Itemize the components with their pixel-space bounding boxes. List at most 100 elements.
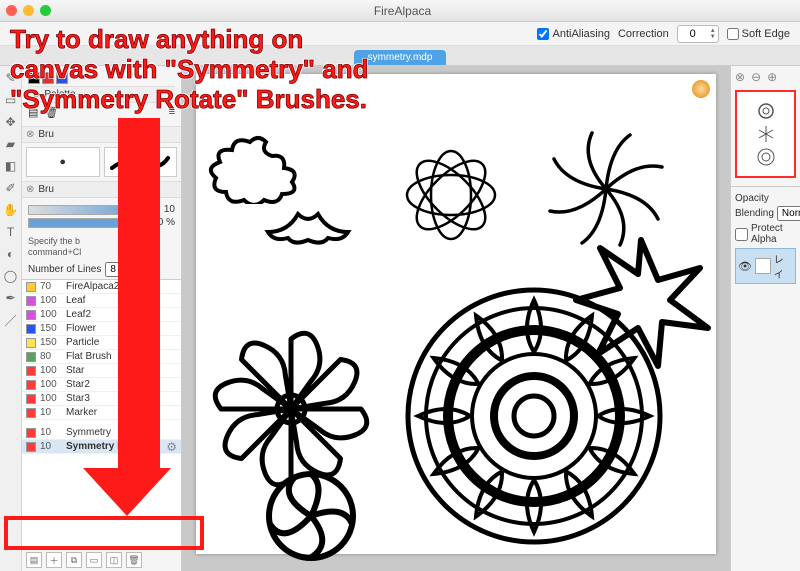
brush-color-chip [26, 366, 36, 376]
brush-size: 80 [40, 351, 62, 362]
gradient-tool-icon[interactable]: ◐ [3, 246, 19, 262]
canvas[interactable] [196, 74, 716, 554]
gear-icon[interactable]: ⚙ [166, 440, 177, 454]
options-toolbar: AntiAliasing Correction ▲▼ Soft Edge [0, 22, 800, 46]
protect-alpha-input[interactable] [735, 228, 748, 241]
new-swatch-icon[interactable]: ▤ [28, 106, 38, 119]
size-value: 10 [141, 204, 175, 215]
brush-color-chip [26, 310, 36, 320]
blending-select[interactable]: Norm [777, 206, 800, 221]
close-icon[interactable]: ⊗ [26, 184, 34, 195]
delete-brush-icon[interactable]: 🗑 [126, 552, 142, 568]
brush-preview: ● [22, 143, 181, 181]
close-icon[interactable]: ⊗ [32, 89, 40, 100]
text-tool-icon[interactable]: T [3, 224, 19, 240]
brush-size: 100 [40, 393, 62, 404]
number-of-lines-row[interactable]: Number of Lines 8 [22, 260, 181, 279]
zoom-in-icon[interactable]: ⊕ [767, 70, 777, 84]
brush-size: 10 [40, 441, 62, 452]
opacity-value: 100 % [141, 217, 175, 228]
brush-stroke-preview [104, 147, 178, 177]
brush-name: Star2 [66, 379, 177, 390]
shape-tool-icon[interactable]: ◯ [3, 268, 19, 284]
brush-row-marker[interactable]: 10 Marker [22, 406, 181, 420]
brush-color-chip [26, 324, 36, 334]
dup-brush-icon[interactable]: ⧉ [66, 552, 82, 568]
brush-origin-icon [692, 80, 710, 98]
brush-name: Star [66, 365, 177, 376]
brush-row-particle[interactable]: 150Particle [22, 336, 181, 350]
softedge-input[interactable] [727, 28, 739, 40]
stepper-down-icon[interactable]: ▼ [710, 34, 716, 40]
brush-row-leaf[interactable]: 100Leaf [22, 294, 181, 308]
correction-label: Correction [618, 28, 669, 40]
opacity-label: Opacity [735, 193, 769, 204]
layer-thumbnail [755, 258, 771, 274]
brush-size: 100 [40, 295, 62, 306]
add-brush-icon[interactable]: ▤ [26, 552, 42, 568]
left-panel: ⊗ Palette ▤ 🗑 ≡ ⊗Bru ● ⊗Bru 10 100 % [22, 66, 182, 571]
line-tool-icon[interactable]: ／ [3, 312, 19, 328]
brush-color-chip [26, 282, 36, 292]
zoom-icon[interactable] [40, 5, 51, 16]
eyedropper-tool-icon[interactable]: ✐ [3, 180, 19, 196]
brush-name: Symmetry [66, 427, 177, 438]
eraser-tool-icon[interactable]: ◧ [3, 158, 19, 174]
protect-alpha-label: Protect Alpha [751, 223, 796, 245]
document-tab[interactable]: symmetry.mdp [354, 50, 447, 65]
brush-size: 70 [40, 281, 62, 292]
protect-alpha-checkbox[interactable]: Protect Alpha [735, 223, 796, 245]
layer-panel: Opacity Blending Norm Protect Alpha 👁 レイ [731, 186, 800, 288]
menu-icon[interactable]: ≡ [169, 106, 175, 119]
brush-color-chip [26, 442, 36, 452]
correction-input[interactable] [678, 28, 708, 40]
navigator-thumbnail[interactable] [735, 90, 796, 178]
brush-list[interactable]: 70FireAlpaca2100Leaf100Leaf2150Flower150… [22, 279, 181, 548]
color-swatches[interactable] [28, 72, 175, 84]
brush-color-chip [26, 296, 36, 306]
panel-close-icon[interactable]: ⊗ [735, 70, 745, 84]
visibility-icon[interactable]: 👁 [738, 260, 752, 273]
correction-stepper[interactable]: ▲▼ [677, 25, 719, 43]
brush-row-symmetry-rotate[interactable]: 10Symmetry Rotate⚙ [22, 440, 181, 454]
select-tool-icon[interactable]: ▭ [3, 92, 19, 108]
antialias-checkbox[interactable]: AntiAliasing [537, 28, 609, 40]
layer-name: レイ [774, 251, 793, 281]
opacity-slider[interactable]: 100 % [28, 217, 175, 228]
fill-tool-icon[interactable]: ▰ [3, 136, 19, 152]
doodle-pinwheel [256, 466, 366, 566]
folder-brush-icon[interactable]: ▭ [86, 552, 102, 568]
minimize-icon[interactable] [23, 5, 34, 16]
brush-size: 10 [40, 407, 62, 418]
numlines-select[interactable]: 8 [105, 262, 133, 277]
brush-row-star3[interactable]: 100Star3 [22, 392, 181, 406]
softedge-checkbox[interactable]: Soft Edge [727, 28, 790, 40]
new-brush-icon[interactable]: ＋ [46, 552, 62, 568]
brush-color-chip [26, 338, 36, 348]
brush-name: Marker [66, 407, 177, 418]
layer-row[interactable]: 👁 レイ [735, 248, 796, 284]
close-icon[interactable]: ⊗ [26, 129, 34, 140]
brush-row-flat-brush[interactable]: 80Flat Brush [22, 350, 181, 364]
pen-tool-icon[interactable]: ✒ [3, 290, 19, 306]
size-slider[interactable]: 10 [28, 204, 175, 215]
canvas-area[interactable] [182, 66, 730, 571]
antialias-input[interactable] [537, 28, 549, 40]
hand-tool-icon[interactable]: ✋ [3, 202, 19, 218]
palette-label: Palette [44, 89, 75, 100]
delete-swatch-icon[interactable]: 🗑 [44, 106, 58, 119]
move-tool-icon[interactable]: ✥ [3, 114, 19, 130]
brush-row-star2[interactable]: 100Star2 [22, 378, 181, 392]
zoom-out-icon[interactable]: ⊖ [751, 70, 761, 84]
brush-tool-icon[interactable]: ✎ [3, 70, 19, 86]
brush-row-symmetry[interactable]: 10Symmetry [22, 426, 181, 440]
brush-row-firealpaca2[interactable]: 70FireAlpaca2 [22, 280, 181, 294]
brush-row-star[interactable]: 100Star [22, 364, 181, 378]
brush-row-flower[interactable]: 150Flower [22, 322, 181, 336]
close-icon[interactable] [6, 5, 17, 16]
doodle-spiro [386, 130, 516, 260]
doodle-wings [244, 210, 354, 250]
image-brush-icon[interactable]: ◫ [106, 552, 122, 568]
palette-section: ⊗ Palette ▤ 🗑 ≡ [22, 66, 181, 126]
brush-row-leaf2[interactable]: 100Leaf2 [22, 308, 181, 322]
